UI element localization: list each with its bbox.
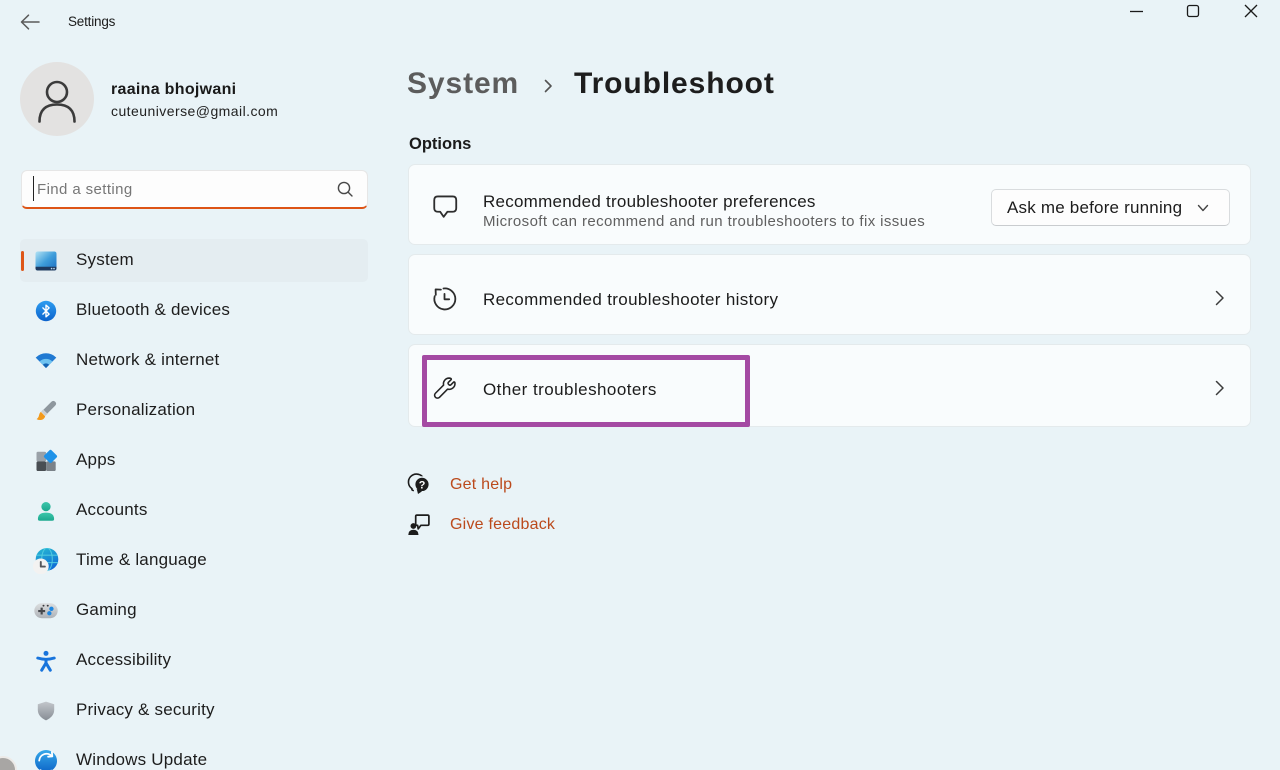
- svg-text:?: ?: [419, 479, 426, 491]
